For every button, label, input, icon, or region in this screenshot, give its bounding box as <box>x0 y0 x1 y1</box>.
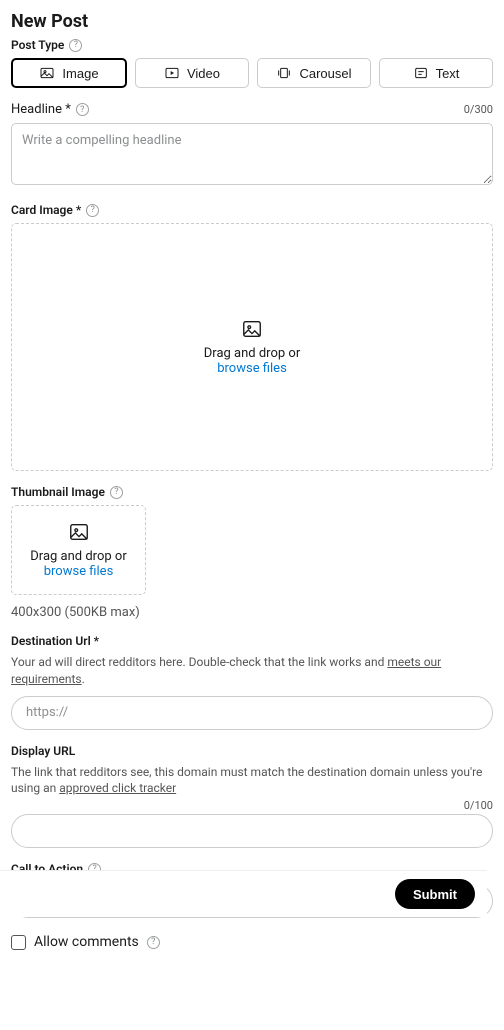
thumbnail-dropzone[interactable]: Drag and drop or browse files <box>11 505 146 595</box>
destination-url-label-row: Destination Url * <box>11 634 493 648</box>
display-url-label-row: Display URL <box>11 744 493 758</box>
thumbnail-label: Thumbnail Image <box>11 485 105 499</box>
headline-label-row: Headline * ? 0/300 <box>11 102 493 117</box>
post-type-image-button[interactable]: Image <box>11 58 127 88</box>
thumbnail-label-row: Thumbnail Image ? <box>11 485 493 499</box>
destination-url-input[interactable] <box>11 696 493 730</box>
post-type-video-button[interactable]: Video <box>135 58 249 88</box>
post-type-label-row: Post Type ? <box>11 38 493 52</box>
submit-bar: Submit <box>0 870 487 917</box>
allow-comments-checkbox[interactable] <box>11 935 26 950</box>
post-type-carousel-button[interactable]: Carousel <box>257 58 371 88</box>
display-url-label: Display URL <box>11 744 75 758</box>
headline-input[interactable] <box>11 123 493 185</box>
card-image-label-row: Card Image * ? <box>11 203 493 217</box>
allow-comments-label[interactable]: Allow comments <box>34 934 139 950</box>
image-icon <box>241 318 263 340</box>
card-image-dropzone[interactable]: Drag and drop or browse files <box>11 223 493 471</box>
dropzone-drag-text: Drag and drop or <box>204 346 300 361</box>
thumbnail-hint: 400x300 (500KB max) <box>11 605 493 620</box>
post-type-label: Post Type <box>11 38 64 52</box>
display-url-desc: The link that redditors see, this domain… <box>11 764 493 798</box>
display-url-counter: 0/100 <box>464 799 493 812</box>
post-type-image-label: Image <box>62 66 98 81</box>
text-icon <box>413 65 429 81</box>
approved-click-tracker-link[interactable]: approved click tracker <box>59 781 176 795</box>
post-type-text-button[interactable]: Text <box>379 58 493 88</box>
destination-url-label: Destination Url * <box>11 634 99 648</box>
help-icon[interactable]: ? <box>69 39 82 52</box>
browse-files-link[interactable]: browse files <box>217 361 287 376</box>
display-url-input[interactable] <box>11 814 493 848</box>
help-icon[interactable]: ? <box>76 103 89 116</box>
post-type-text-label: Text <box>436 66 460 81</box>
video-icon <box>164 65 180 81</box>
browse-files-link[interactable]: browse files <box>44 564 114 579</box>
image-icon <box>68 521 90 543</box>
help-icon[interactable]: ? <box>147 936 160 949</box>
post-type-carousel-label: Carousel <box>299 66 351 81</box>
image-icon <box>39 65 55 81</box>
page-title: New Post <box>11 11 493 32</box>
help-icon[interactable]: ? <box>110 486 123 499</box>
post-type-video-label: Video <box>187 66 220 81</box>
destination-url-desc: Your ad will direct redditors here. Doub… <box>11 654 493 688</box>
dropzone-drag-text: Drag and drop or <box>30 549 126 564</box>
card-image-label: Card Image * <box>11 203 81 217</box>
carousel-icon <box>276 65 292 81</box>
help-icon[interactable]: ? <box>86 204 99 217</box>
submit-button[interactable]: Submit <box>395 879 475 909</box>
post-type-options: Image Video Carousel Text <box>11 58 493 88</box>
headline-counter: 0/300 <box>464 103 493 116</box>
headline-label: Headline * <box>11 102 71 117</box>
